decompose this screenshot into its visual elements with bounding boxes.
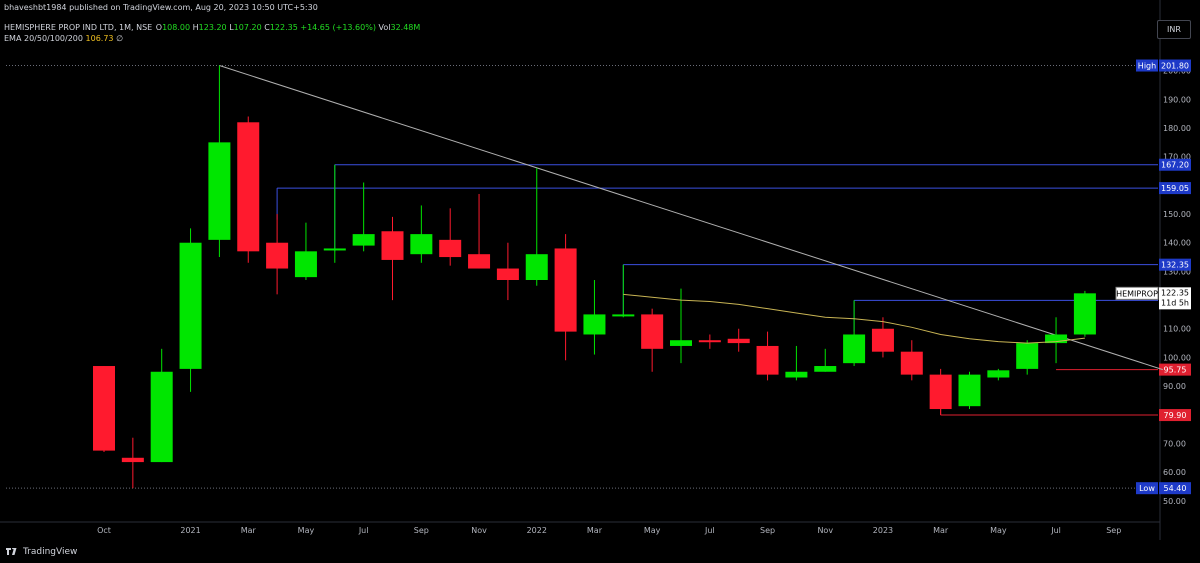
price-label: 95.75: [1164, 366, 1187, 375]
high-value: 123.20: [198, 23, 227, 32]
time-tick-label: Jul: [1050, 526, 1061, 535]
candle-body: [121, 457, 144, 463]
candle-body: [1073, 293, 1096, 335]
price-label: 54.40: [1164, 484, 1187, 493]
ohlc-legend: HEMISPHERE PROP IND LTD, 1M, NSE O108.00…: [4, 23, 420, 32]
price-tick-label: 70.00: [1163, 439, 1186, 448]
price-tick-label: 100.00: [1163, 353, 1191, 362]
candle-body: [294, 251, 317, 278]
change-value: +14.65 (+13.60%): [300, 23, 376, 32]
price-tick-label: 190.00: [1163, 95, 1191, 104]
candle-body: [323, 248, 346, 251]
price-tick-label: 150.00: [1163, 210, 1191, 219]
candle-body: [439, 239, 462, 258]
time-tick-label: May: [644, 526, 661, 535]
candle-body: [785, 371, 808, 378]
trendline: [219, 65, 1163, 371]
tradingview-logo[interactable]: TradingView: [6, 547, 77, 557]
candle-body: [900, 351, 923, 375]
tradingview-logo-icon: [6, 548, 17, 555]
candle-body: [352, 234, 375, 246]
open-value: 108.00: [162, 23, 191, 32]
time-tick-label: Nov: [471, 526, 487, 535]
time-tick-label: 2022: [527, 526, 547, 535]
price-tick-label: 180.00: [1163, 124, 1191, 133]
candle-body: [612, 314, 635, 317]
price-label: 79.90: [1164, 411, 1187, 420]
volume-value: 32.48M: [390, 23, 421, 32]
candle-body: [410, 234, 433, 255]
price-tick-label: 50.00: [1163, 497, 1186, 506]
price-label: 201.80: [1161, 62, 1189, 71]
candle-body: [150, 371, 173, 463]
time-tick-label: Jul: [704, 526, 715, 535]
candle-body: [179, 242, 202, 369]
low-value: 107.20: [233, 23, 262, 32]
candle-body: [871, 328, 894, 352]
time-tick-label: May: [990, 526, 1007, 535]
candle-body: [554, 248, 577, 332]
symbol-tag: HEMIPROP: [1116, 289, 1158, 298]
time-tick-label: Oct: [97, 526, 111, 535]
bar-countdown: 11d 5h: [1161, 298, 1189, 307]
time-tick-label: Sep: [760, 526, 775, 535]
symbol-title[interactable]: HEMISPHERE PROP IND LTD, 1M, NSE: [4, 23, 152, 32]
footer-bar: [0, 540, 1200, 563]
time-tick-label: 2023: [873, 526, 893, 535]
ema-extra: ∅: [116, 34, 124, 43]
tradingview-brand: TradingView: [23, 547, 78, 557]
ema-value: 106.73: [85, 34, 114, 43]
price-label: 132.35: [1161, 261, 1189, 270]
last-price: 122.35: [1161, 288, 1189, 297]
currency-button[interactable]: INR: [1157, 20, 1191, 39]
candle-body: [93, 366, 115, 451]
candle-body: [496, 268, 519, 280]
candle-body: [266, 242, 289, 269]
time-tick-label: Sep: [1106, 526, 1121, 535]
price-tick-label: 60.00: [1163, 468, 1186, 477]
candle-body: [237, 122, 260, 252]
price-tick-label: 90.00: [1163, 382, 1186, 391]
candle-body: [468, 254, 491, 269]
price-tick-label: 110.00: [1163, 325, 1191, 334]
time-tick-label: Jul: [358, 526, 369, 535]
candle-body: [727, 338, 750, 344]
extreme-label: High: [1138, 62, 1156, 71]
candle-body: [583, 314, 606, 335]
candle-body: [958, 374, 981, 407]
volume-label: Vol: [378, 23, 391, 32]
candle-body: [929, 374, 952, 410]
candle-body: [525, 254, 548, 280]
price-label: 167.20: [1161, 161, 1189, 170]
candle-body: [987, 370, 1010, 378]
time-tick-label: Sep: [414, 526, 429, 535]
time-tick-label: Mar: [241, 526, 257, 535]
candle-body: [1016, 343, 1039, 369]
close-value: 122.35: [269, 23, 298, 32]
candle-body: [208, 142, 231, 240]
publisher-line: bhaveshbt1984 published on TradingView.c…: [4, 3, 318, 12]
ema-label[interactable]: EMA 20/50/100/200: [4, 34, 83, 43]
candle-body: [381, 231, 404, 260]
candle-body: [698, 340, 721, 343]
price-label: 159.05: [1161, 184, 1189, 193]
candle-body: [670, 340, 692, 346]
price-chart[interactable]: 50.0060.0070.0080.0090.00100.00110.00120…: [0, 0, 1200, 540]
candle-body: [641, 314, 664, 349]
time-tick-label: Mar: [933, 526, 949, 535]
time-tick-label: Nov: [817, 526, 833, 535]
extreme-label: Low: [1139, 484, 1155, 493]
candle-body: [843, 334, 866, 364]
time-tick-label: May: [298, 526, 315, 535]
price-tick-label: 140.00: [1163, 239, 1191, 248]
ema-legend: EMA 20/50/100/200 106.73 ∅: [4, 34, 123, 43]
time-tick-label: 2021: [180, 526, 200, 535]
time-tick-label: Mar: [587, 526, 603, 535]
candle-body: [814, 366, 837, 372]
candle-body: [756, 345, 779, 375]
